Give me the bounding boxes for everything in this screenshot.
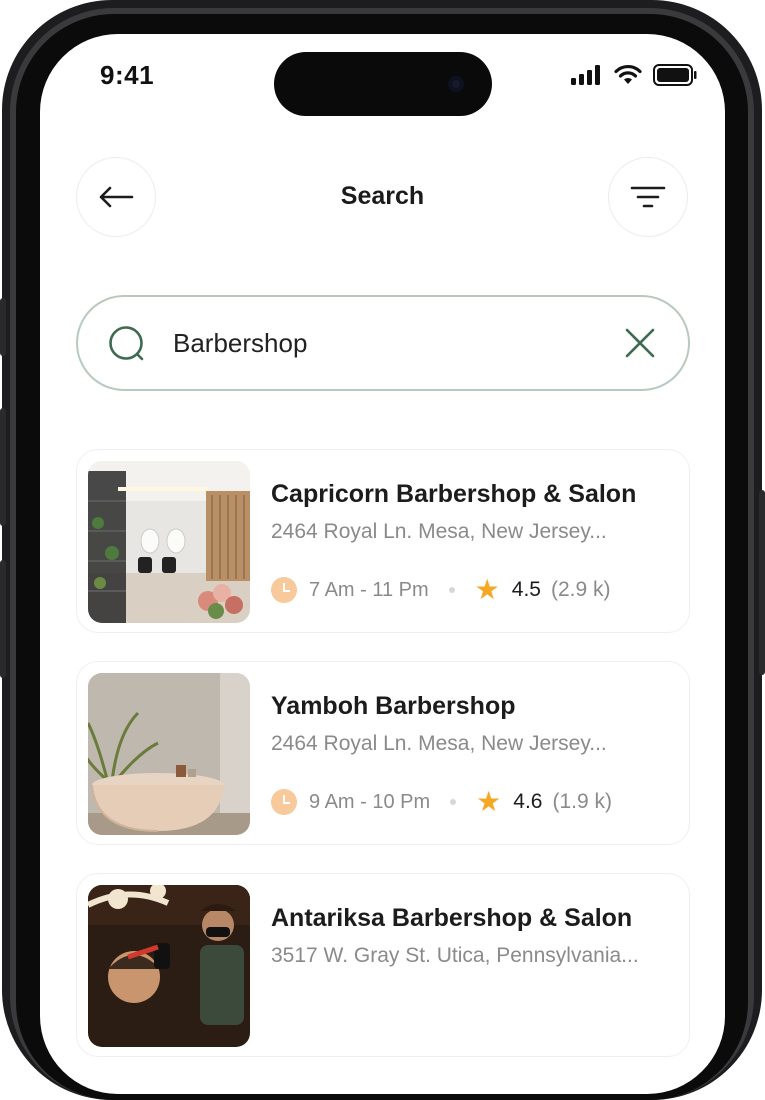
volume-up-button (0, 408, 6, 526)
power-button (759, 490, 765, 675)
result-card[interactable]: Capricorn Barbershop & Salon 2464 Royal … (76, 449, 690, 633)
search-icon (109, 326, 144, 361)
clear-search-button[interactable] (622, 325, 658, 361)
dynamic-island (274, 52, 492, 116)
search-input[interactable] (173, 319, 593, 367)
shop-photo (88, 673, 250, 835)
shop-name: Yamboh Barbershop (271, 692, 516, 720)
screen: 9:41 Search Barbershop Capricorn Barbers… (40, 34, 725, 1094)
review-count: (1.9 k) (552, 790, 612, 813)
clock-icon (271, 577, 297, 603)
filter-icon (630, 186, 666, 208)
close-icon (625, 328, 655, 358)
status-time: 9:41 (100, 60, 155, 90)
shop-name: Antariksa Barbershop & Salon (271, 904, 633, 932)
separator-dot (448, 587, 455, 593)
result-card[interactable]: Yamboh Barbershop 2464 Royal Ln. Mesa, N… (76, 661, 690, 845)
shop-meta: 7 Am - 11 Pm ★ 4.5 (2.9 k) (271, 576, 611, 604)
shop-rating: 4.5 (511, 578, 541, 601)
star-icon: ★ (474, 574, 500, 605)
review-count: (2.9 k) (550, 578, 611, 601)
search-bar[interactable] (76, 295, 690, 391)
shop-name: Capricorn Barbershop & Salon (271, 480, 637, 508)
shop-meta: 9 Am - 10 Pm ★ 4.6 (1.9 k) (271, 788, 612, 816)
battery-icon (653, 64, 697, 86)
shop-address: 2464 Royal Ln. Mesa, New Jersey... (271, 520, 607, 543)
volume-down-button (0, 560, 6, 678)
separator-dot (450, 799, 457, 805)
action-button (0, 298, 6, 356)
signal-icon (571, 65, 600, 85)
shop-address: 2464 Royal Ln. Mesa, New Jersey... (271, 732, 607, 755)
camera-icon (448, 76, 464, 92)
filter-button[interactable] (608, 157, 688, 237)
shop-hours: 7 Am - 11 Pm (309, 578, 429, 601)
shop-hours: 9 Am - 10 Pm (309, 790, 431, 813)
star-icon: ★ (476, 786, 502, 817)
shop-photo (88, 885, 250, 1047)
clock-icon (271, 789, 297, 815)
phone-frame: 9:41 Search Barbershop Capricorn Barbers… (0, 0, 765, 1100)
wifi-icon (614, 64, 642, 84)
shop-photo (88, 461, 250, 623)
shop-address: 3517 W. Gray St. Utica, Pennsylvania... (271, 944, 639, 967)
status-icons (571, 64, 697, 86)
result-card[interactable]: Antariksa Barbershop & Salon 3517 W. Gra… (76, 873, 690, 1057)
shop-rating: 4.6 (513, 790, 543, 813)
